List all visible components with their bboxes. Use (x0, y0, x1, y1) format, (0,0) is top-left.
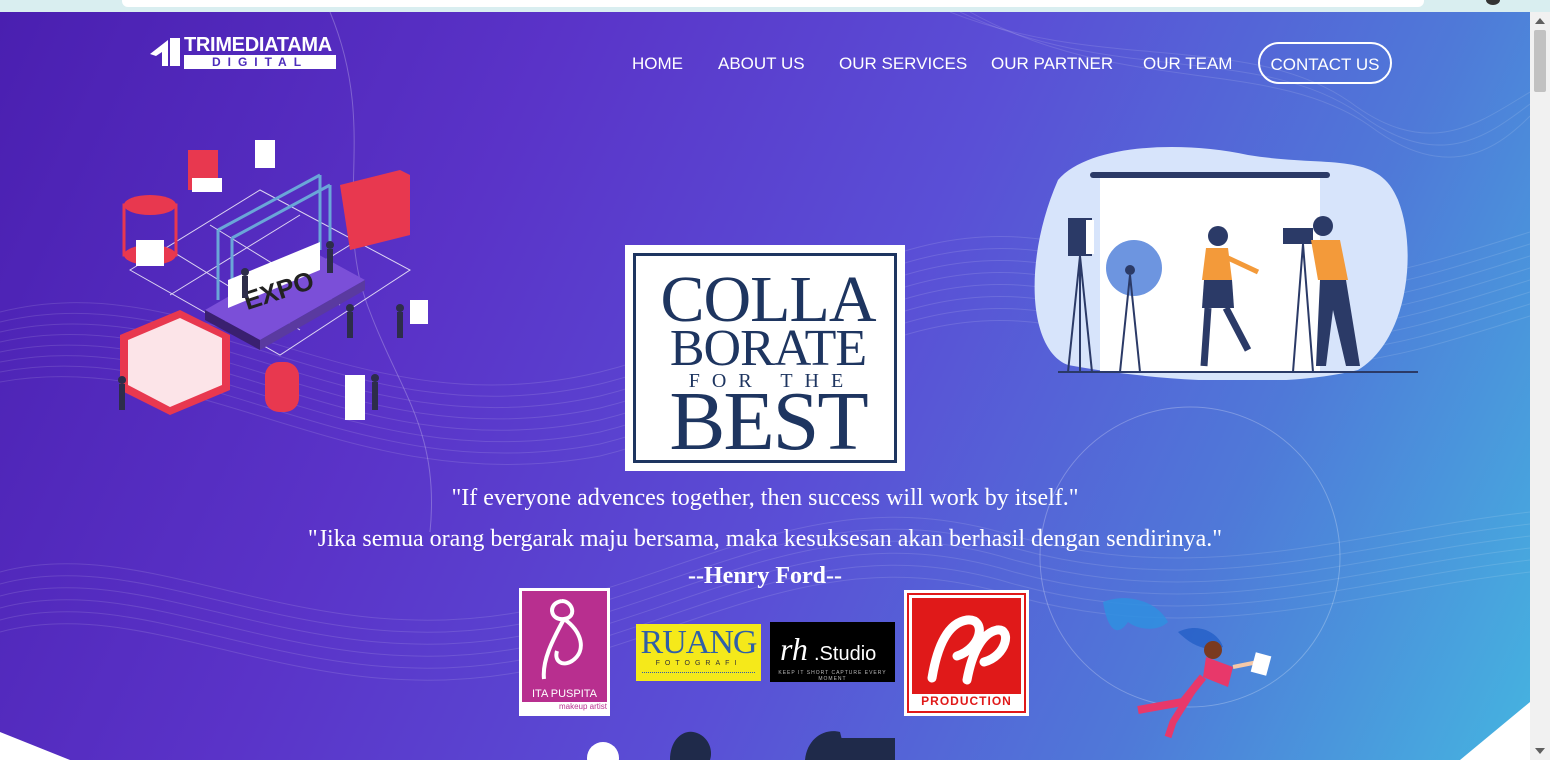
ita-monogram-icon (541, 599, 583, 680)
hero-section: TRIMEDIATAMA DIGITAL HOME ABOUT US OUR S… (0, 12, 1530, 760)
profile-icon[interactable] (1486, 0, 1500, 5)
card-line-2: BORATE (669, 320, 867, 377)
scroll-thumb[interactable] (1534, 30, 1546, 92)
scroll-up-icon[interactable] (1535, 18, 1545, 24)
nav-our-services[interactable]: OUR SERVICES (839, 54, 967, 74)
address-bar[interactable] (122, 0, 1424, 7)
rh-suffix: .Studio (814, 643, 877, 665)
browser-chrome (0, 0, 1550, 12)
rh-name: rh (780, 631, 808, 667)
pp-monogram-icon (927, 615, 1010, 685)
card-line-4: BEST (669, 375, 868, 468)
quote-indonesian: "Jika semua orang bergarak maju bersama,… (307, 526, 1223, 552)
ruang-name: RUANG (640, 624, 758, 661)
scroll-down-icon[interactable] (1535, 748, 1545, 754)
logo-mark-icon (150, 38, 180, 66)
quote-english: "If everyone advences together, then suc… (451, 485, 1079, 511)
brand-logo[interactable]: TRIMEDIATAMA DIGITAL (148, 34, 348, 74)
partner-logo-ruang[interactable]: RUANG FOTOGRAFI (636, 624, 761, 681)
brand-name: TRIMEDIATAMA (184, 34, 332, 56)
flying-girl-illustration (1103, 598, 1272, 739)
pp-name: PRODUCTION (921, 694, 1012, 708)
quote-author: --Henry Ford-- (688, 563, 842, 589)
partner-logo-production[interactable]: PRODUCTION (904, 590, 1029, 716)
nav-our-team[interactable]: OUR TEAM (1143, 54, 1232, 74)
bottom-figures-illustration (587, 731, 895, 760)
nav-home[interactable]: HOME (632, 54, 683, 74)
expo-illustration: EXPO (118, 140, 428, 420)
ita-name: ITA PUSPITA (522, 687, 607, 702)
rh-tagline: KEEP IT SHORT CAPTURE EVERY MOMENT (778, 670, 887, 682)
contact-us-button[interactable]: CONTACT US (1258, 42, 1392, 84)
partner-logo-ita-puspita[interactable]: ITA PUSPITA makeup artist (519, 588, 610, 716)
photo-studio-illustration (1034, 147, 1418, 380)
collaborate-card: COLLA BORATE FOR THE BEST (625, 245, 905, 471)
page-scrollbar[interactable] (1530, 12, 1550, 760)
nav-about-us[interactable]: ABOUT US (718, 54, 805, 74)
partner-logo-rh-studio[interactable]: rh .Studio KEEP IT SHORT CAPTURE EVERY M… (770, 622, 895, 682)
ita-sub: makeup artist (558, 702, 607, 711)
brand-subname: DIGITAL (184, 55, 336, 69)
ruang-sub: FOTOGRAFI (655, 660, 742, 667)
nav-our-partner[interactable]: OUR PARTNER (991, 54, 1113, 74)
